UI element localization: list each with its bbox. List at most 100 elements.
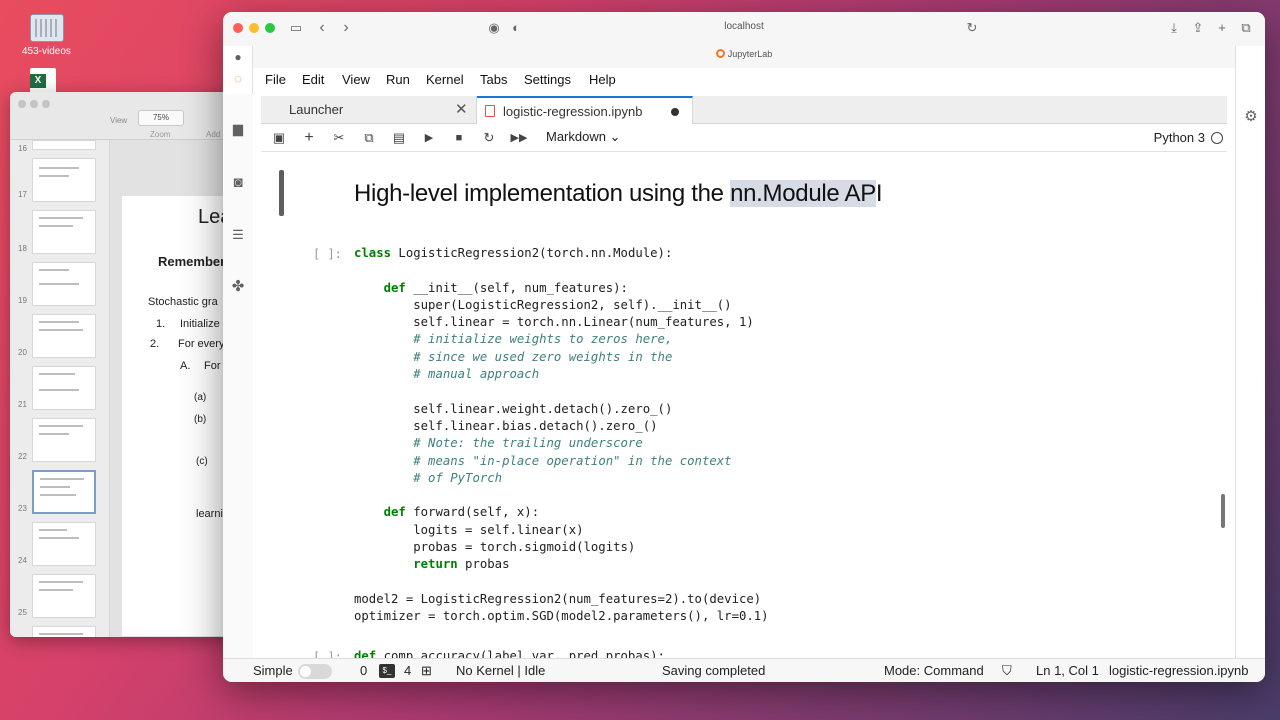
slide-number: 20 [18, 348, 27, 357]
keynote-close-button[interactable] [18, 100, 26, 108]
tab-notebook[interactable]: logistic-regression.ipynb [477, 96, 693, 125]
browser-tab-title: JupyterLab [727, 49, 773, 59]
browser-tab[interactable]: JupyterLab [223, 46, 1265, 68]
heading-selected-text: nn.Module AP [730, 180, 876, 207]
unsaved-dot-icon[interactable] [671, 108, 679, 116]
cursor-position[interactable]: Ln 1, Col 1 [1036, 663, 1099, 678]
slide-thumbnail[interactable] [32, 626, 96, 637]
slide-navigator: 16 17 18 19 20 21 22 23 24 25 [10, 140, 110, 637]
download-icon[interactable]: ⤓ [1165, 19, 1183, 37]
kernel-name[interactable]: Python 3 [1154, 130, 1205, 145]
menu-bar: File Edit View Run Kernel Tabs Settings … [253, 68, 1235, 94]
paste-icon[interactable]: ▤ [389, 128, 409, 148]
slide-thumbnail[interactable] [32, 210, 96, 254]
menu-file[interactable]: File [265, 72, 286, 87]
keynote-view-label[interactable]: View [110, 116, 127, 125]
property-inspector-icon[interactable]: ⚙ [1242, 108, 1260, 126]
notebook-toolbar: ▣ + ✂ ⧉ ▤ ▶ ■ ↻ ▶▶ Markdown ⌄ Python 3 [261, 124, 1227, 152]
stop-icon[interactable]: ■ [449, 128, 469, 148]
chevron-down-icon: ⌄ [609, 129, 621, 144]
tab-overview-icon[interactable]: ⧉ [1237, 19, 1255, 37]
insert-cell-icon[interactable]: + [299, 128, 319, 148]
slide-text: 2. [150, 338, 160, 350]
slide-text: Initialize [180, 318, 220, 330]
slide-text: A. [180, 360, 191, 372]
menu-kernel[interactable]: Kernel [426, 72, 464, 87]
kernel-status[interactable]: No Kernel | Idle [456, 663, 545, 678]
copy-icon[interactable]: ⧉ [359, 128, 379, 148]
menu-view[interactable]: View [342, 72, 370, 87]
cell-collapser[interactable] [279, 170, 284, 216]
code-cell[interactable]: def comp_accuracy(label_var, pred_probas… [354, 648, 665, 658]
kernel-status-icon [1211, 132, 1223, 144]
cell-type-label: Markdown [546, 129, 606, 144]
keynote-minimize-button[interactable] [30, 100, 38, 108]
close-icon[interactable]: ✕ [455, 100, 468, 118]
document-tab-bar: Launcher ✕ logistic-regression.ipynb [261, 96, 1227, 125]
slide-thumbnail[interactable] [32, 366, 96, 410]
menu-help[interactable]: Help [589, 72, 616, 87]
slide-number: 17 [18, 190, 27, 199]
keynote-zoom-select[interactable]: 75% [138, 110, 184, 126]
slide-thumbnail[interactable] [32, 140, 96, 150]
slide-thumbnail[interactable] [32, 574, 96, 618]
table-of-contents-icon[interactable]: ☰ [229, 226, 247, 244]
slide-remember: Remember [158, 254, 226, 269]
browser-titlebar: ▭ ‹ › ◉ ◐ localhost ↻ ⤓ ⇪ + ⧉ [223, 12, 1265, 46]
slide-text: Stochastic gra [148, 296, 218, 308]
restart-icon[interactable]: ↻ [479, 128, 499, 148]
new-tab-icon[interactable]: + [1213, 19, 1231, 37]
folder-icon[interactable]: ▆ [229, 120, 247, 138]
github-icon[interactable]: ● [229, 48, 247, 66]
heading-text: High-level implementation using the [354, 180, 731, 207]
jupyter-icon[interactable]: ◌ [229, 70, 247, 88]
simple-mode-toggle[interactable] [298, 664, 332, 679]
notebook-panel[interactable]: High-level implementation using the nn.M… [261, 152, 1227, 658]
browser-window: ▭ ‹ › ◉ ◐ localhost ↻ ⤓ ⇪ + ⧉ JupyterLab… [223, 12, 1265, 682]
keynote-zoom-button[interactable] [42, 100, 50, 108]
share-icon[interactable]: ⇪ [1189, 19, 1207, 37]
code-cell[interactable]: class LogisticRegression2(torch.nn.Modul… [354, 245, 769, 626]
extension-icon[interactable]: ✤ [229, 278, 247, 296]
terminal-icon[interactable]: $_ [379, 664, 395, 678]
kernel-sessions-icon[interactable]: ⊞ [421, 663, 432, 679]
slide-number: 25 [18, 608, 27, 617]
cell-prompt: [ ]: [313, 650, 342, 658]
slide-number: 22 [18, 452, 27, 461]
reload-icon[interactable]: ↻ [963, 19, 981, 37]
trust-shield-icon[interactable]: ⛉ [1002, 663, 1012, 679]
slide-thumbnail[interactable] [32, 522, 96, 566]
slide-thumbnail[interactable] [32, 418, 96, 462]
slide-number: 23 [18, 504, 27, 513]
desktop-folder-icon[interactable] [30, 14, 64, 42]
slide-number: 21 [18, 400, 27, 409]
kernel-count: 4 [404, 663, 412, 678]
scrollbar[interactable] [1221, 494, 1225, 528]
tab-launcher[interactable]: Launcher ✕ [261, 96, 477, 124]
slide-thumbnail[interactable] [32, 158, 96, 202]
url-bar[interactable]: localhost [223, 21, 1265, 32]
excel-badge: X [30, 74, 46, 88]
notebook-icon [485, 105, 495, 117]
markdown-heading[interactable]: High-level implementation using the nn.M… [354, 180, 883, 208]
run-icon[interactable]: ▶ [419, 128, 439, 148]
slide-thumbnail[interactable] [32, 262, 96, 306]
slide-thumbnail-selected[interactable] [32, 470, 96, 514]
menu-edit[interactable]: Edit [302, 72, 324, 87]
slide-thumbnail[interactable] [32, 314, 96, 358]
slide-text: (a) [194, 392, 207, 403]
save-status: Saving completed [662, 663, 766, 678]
menu-tabs[interactable]: Tabs [480, 72, 507, 87]
save-icon[interactable]: ▣ [269, 128, 289, 148]
fast-forward-icon[interactable]: ▶▶ [509, 128, 529, 148]
menu-run[interactable]: Run [386, 72, 410, 87]
menu-settings[interactable]: Settings [524, 72, 571, 87]
running-kernels-icon[interactable]: ◙ [229, 174, 247, 192]
cut-icon[interactable]: ✂ [329, 128, 349, 148]
slide-text: (c) [196, 456, 208, 467]
status-filename: logistic-regression.ipynb [1109, 663, 1249, 678]
terminal-count: 0 [360, 663, 368, 678]
desktop-folder-label: 453-videos [22, 46, 71, 57]
cell-type-select[interactable]: Markdown ⌄ [546, 129, 621, 145]
left-sidebar: ▆ ◙ ☰ ✤ [223, 94, 253, 658]
